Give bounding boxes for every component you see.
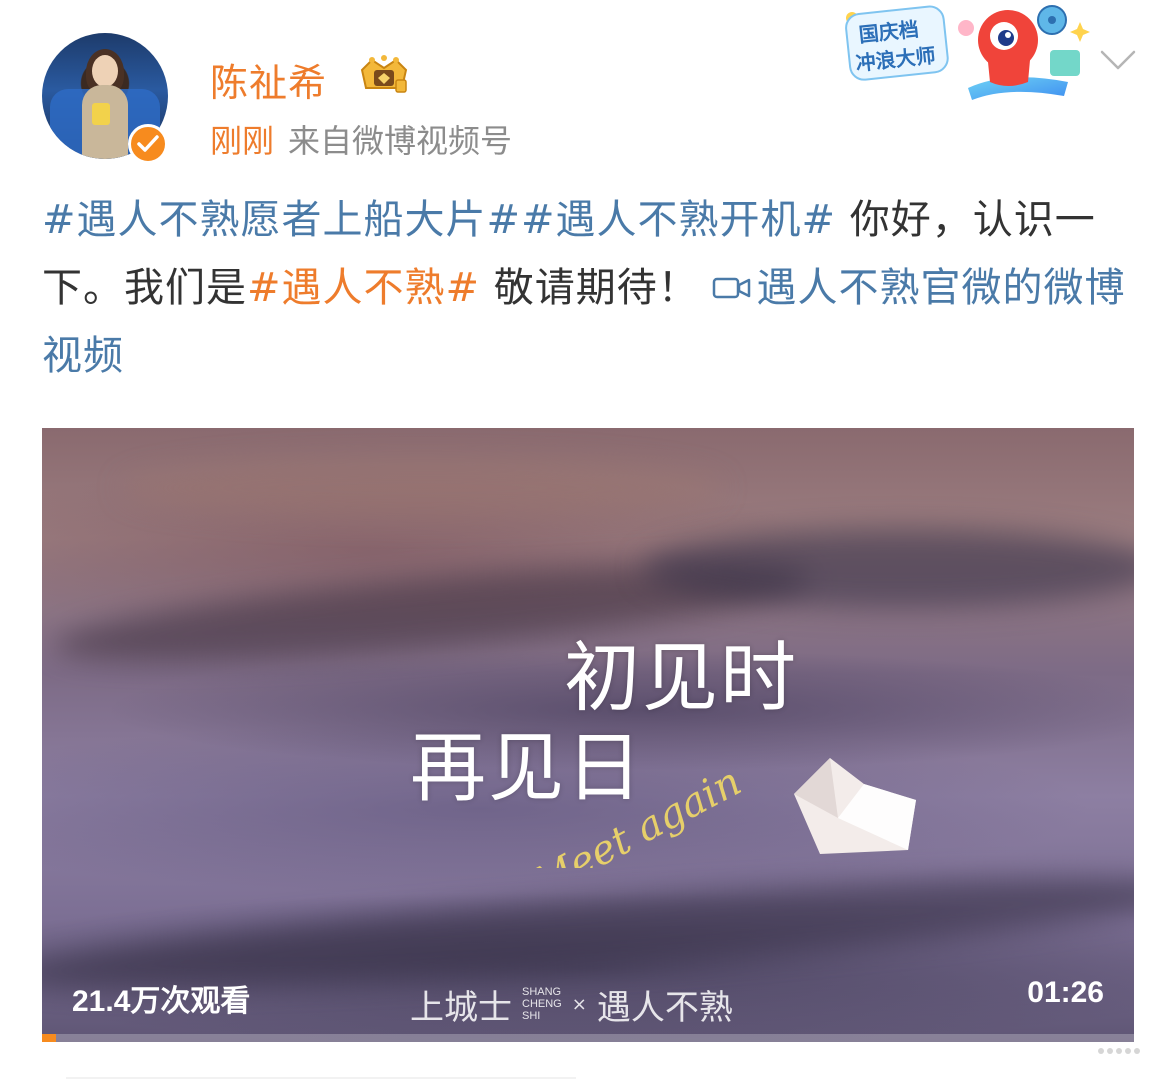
watermark-brand: 上城士 xyxy=(410,987,512,1028)
divider xyxy=(66,1077,576,1079)
verified-check-icon xyxy=(128,124,168,164)
video-duration: 01:26 xyxy=(1027,976,1104,1009)
video-player[interactable]: 初见时 再见日 Meet again 21.4万次观看 上城士 SHANG CH… xyxy=(42,428,1134,1042)
video-script-text: Meet again xyxy=(524,759,749,868)
post-meta: 刚刚 来自微博视频号 xyxy=(210,116,512,162)
video-progress-fill xyxy=(42,1034,57,1042)
paper-boat xyxy=(794,758,916,854)
post-text-segment: 敬请期待！ xyxy=(480,265,699,311)
post-time: 刚刚 xyxy=(210,122,275,160)
video-watermark: 上城士 SHANG CHENG SHI × 遇人不熟 xyxy=(410,978,733,1030)
crown-icon[interactable] xyxy=(356,54,412,98)
svg-text:Meet again: Meet again xyxy=(524,759,749,868)
video-progress-bar[interactable] xyxy=(42,1034,1134,1042)
post-source[interactable]: 来自微博视频号 xyxy=(288,122,512,160)
video-link-icon xyxy=(713,277,751,299)
watermark-x: × xyxy=(571,993,587,1015)
topic-link[interactable]: #遇人不熟开机# xyxy=(521,197,836,243)
topic-link[interactable]: #遇人不熟愿者上船大片# xyxy=(42,197,521,243)
watermark-sub: SHANG CHENG SHI xyxy=(522,986,562,1022)
post-text: #遇人不熟愿者上船大片##遇人不熟开机# 你好，认识一下。我们是#遇人不熟# 敬… xyxy=(42,186,1142,390)
chevron-down-icon[interactable] xyxy=(1098,46,1138,74)
watermark-partner: 遇人不熟 xyxy=(596,987,733,1028)
author-name[interactable]: 陈祉希 xyxy=(210,52,327,107)
topic-link[interactable]: #遇人不熟# xyxy=(247,265,480,311)
view-count: 21.4万次观看 xyxy=(72,985,251,1018)
promo-badge[interactable]: 国庆档 冲浪大师 xyxy=(838,0,1092,104)
more-dots-icon[interactable] xyxy=(1096,1046,1140,1056)
